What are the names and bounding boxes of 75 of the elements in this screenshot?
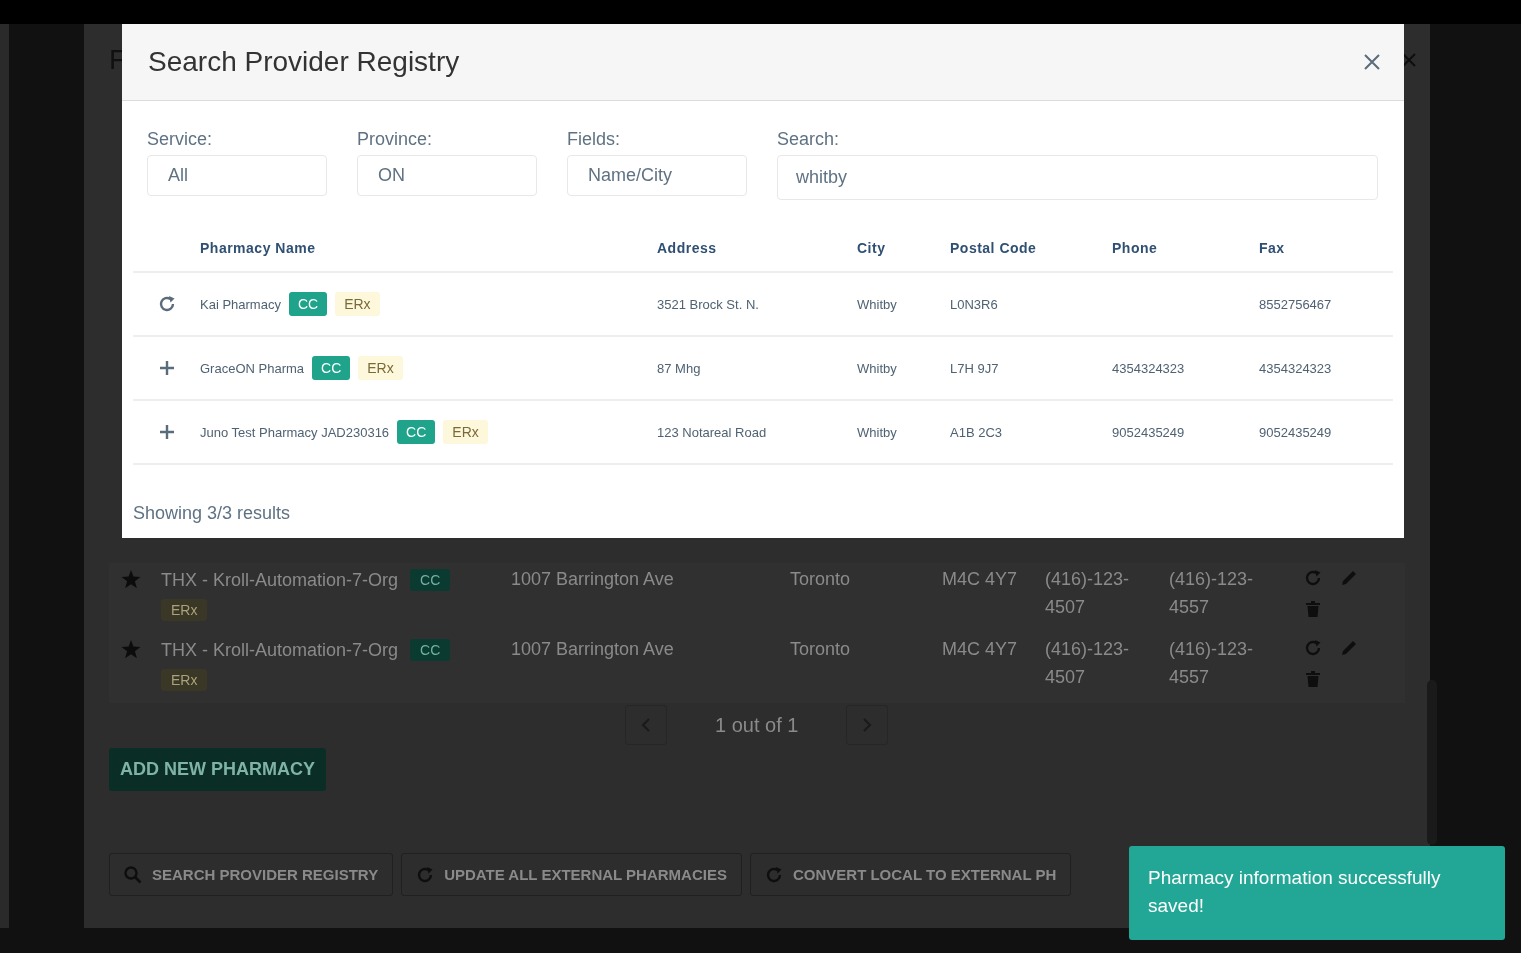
cc-tag: CC — [410, 639, 451, 661]
fax-cell: 8552756467 — [1259, 297, 1332, 312]
column-header: Pharmacy Name — [200, 239, 317, 256]
address-cell-text: 1007 Barrington Ave — [511, 568, 675, 591]
column-header: City — [857, 239, 887, 256]
fax-cell-text: (416)-123-4557 — [1169, 568, 1255, 619]
pharmacy-name: Juno Test Pharmacy JAD230316 — [200, 424, 390, 440]
action-button[interactable]: SEARCH PROVIDER REGISTRY — [109, 853, 394, 896]
address-cell: 87 Mhg — [657, 361, 701, 376]
refresh-icon[interactable] — [157, 295, 176, 313]
column-header: Address — [657, 239, 718, 256]
search-field[interactable]: whitby — [777, 155, 1378, 200]
field-label: Fields: — [567, 129, 621, 150]
phone-cell-text: (416)-123-4507 — [1045, 638, 1131, 689]
pharmacy-name: GraceON Pharma — [200, 360, 305, 376]
postal-code-cell: L7H 9J7 — [950, 361, 999, 376]
address-cell-text: 1007 Barrington Ave — [511, 638, 675, 661]
city-cell: Whitby — [857, 425, 897, 440]
dropdown[interactable]: ON — [357, 155, 537, 196]
address-cell: 3521 Brock St. N. — [657, 297, 759, 312]
search-icon — [124, 865, 142, 884]
fax-cell: 4354324323 — [1259, 361, 1332, 376]
column-header: Postal Code — [950, 239, 1038, 256]
dropdown[interactable]: All — [147, 155, 327, 196]
postal-code-cell-text: M4C 4Y7 — [942, 638, 1019, 661]
pencil-icon[interactable] — [1340, 639, 1358, 657]
add-new-pharmacy-button[interactable]: ADD NEW PHARMACY — [109, 748, 326, 791]
close-icon[interactable] — [1401, 52, 1417, 68]
column-header: Phone — [1112, 239, 1159, 256]
success-toast: Pharmacy information successfully saved! — [1129, 846, 1505, 940]
results-count: Showing 3/3 results — [133, 503, 291, 523]
fax-cell-text: (416)-123-4557 — [1169, 638, 1255, 689]
fax-cell: 9052435249 — [1259, 425, 1332, 440]
cc-tag: CC — [312, 356, 351, 380]
column-header: Fax — [1259, 239, 1286, 256]
pencil-icon[interactable] — [1340, 569, 1358, 587]
postal-code-cell-text: M4C 4Y7 — [942, 568, 1019, 591]
cc-tag: CC — [397, 420, 436, 444]
star-icon[interactable] — [121, 640, 141, 659]
erx-tag: ERx — [335, 292, 380, 316]
city-cell-text: Toronto — [790, 638, 852, 661]
phone-cell: 9052435249 — [1112, 425, 1185, 440]
pharmacy-name: THX - Kroll-Automation-7-Org — [161, 569, 399, 591]
cc-tag: CC — [410, 569, 451, 591]
dropdown[interactable]: Name/City — [567, 155, 747, 196]
postal-code-cell: L0N3R6 — [950, 297, 998, 312]
field-label: Province: — [357, 129, 434, 150]
dialog-title: Search Provider Registry — [148, 46, 460, 78]
scrollbar[interactable] — [1427, 680, 1437, 845]
add-icon[interactable] — [158, 424, 175, 440]
action-button[interactable]: UPDATE ALL EXTERNAL PHARMACIES — [401, 853, 742, 896]
erx-tag: ERx — [443, 420, 488, 444]
refresh-icon — [764, 865, 783, 884]
erx-tag: ERx — [358, 356, 403, 380]
pharmacy-name: Kai Pharmacy — [200, 296, 281, 312]
field-label: Search: — [777, 129, 841, 150]
field-label: Service: — [147, 129, 214, 150]
city-cell-text: Toronto — [790, 568, 852, 591]
action-button[interactable]: CONVERT LOCAL TO EXTERNAL PH — [749, 853, 1072, 896]
erx-tag: ERx — [161, 599, 208, 621]
pharmacy-name: THX - Kroll-Automation-7-Org — [161, 639, 399, 661]
city-cell: Whitby — [857, 297, 897, 312]
postal-code-cell: A1B 2C3 — [950, 425, 1003, 440]
city-cell: Whitby — [857, 361, 897, 376]
trash-icon[interactable] — [1306, 601, 1320, 617]
cc-tag: CC — [288, 292, 328, 316]
erx-tag: ERx — [161, 669, 208, 691]
trash-icon[interactable] — [1306, 671, 1320, 687]
address-cell: 123 Notareal Road — [657, 425, 767, 440]
star-icon[interactable] — [121, 570, 141, 589]
phone-cell: 4354324323 — [1112, 361, 1185, 376]
add-icon[interactable] — [158, 360, 175, 376]
phone-cell-text: (416)-123-4507 — [1045, 568, 1131, 619]
page-indicator: 1 out of 1 — [715, 713, 799, 737]
refresh-icon — [416, 865, 435, 884]
